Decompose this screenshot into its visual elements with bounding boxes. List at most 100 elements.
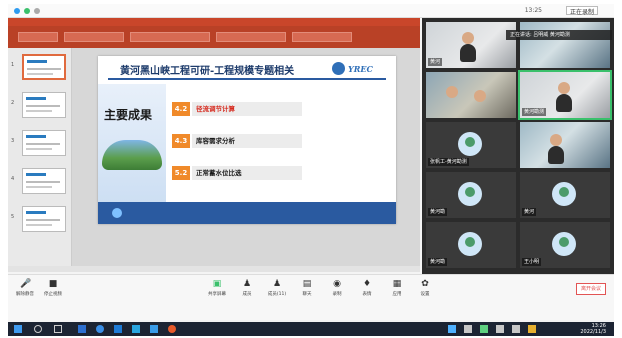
chat-icon: ▤: [302, 279, 312, 289]
current-slide: 黄河黑山峡工程可研-工程规模专题相关 YREC 主要成果 4.2 径流调节计算 …: [98, 56, 396, 224]
settings-button[interactable]: ✿ 设置: [412, 279, 438, 297]
chat-button[interactable]: ▤ 聊天: [294, 279, 320, 297]
task-view-icon[interactable]: [54, 325, 62, 333]
mute-button[interactable]: 🎤 解除静音: [12, 279, 38, 297]
participant-tile[interactable]: 张帆工-黄河勘测: [426, 122, 516, 168]
leave-meeting-button[interactable]: 离开会议: [576, 283, 606, 295]
windows-taskbar: 13:26 2022/11/3: [8, 322, 614, 336]
taskbar-app-icon[interactable]: [150, 325, 158, 333]
ribbon-group: [18, 32, 58, 42]
network-icon[interactable]: [496, 325, 504, 333]
footer-logo-icon: [112, 208, 122, 218]
slide-thumbnail[interactable]: [22, 54, 66, 80]
item-number: 5.2: [172, 166, 190, 180]
meeting-toolbar: 🎤 解除静音 ■ 停止视频 ▣ 共享屏幕 ♟ 成员 ♟ 成员(11) ▤ 聊天 …: [8, 274, 614, 320]
meeting-top-bar: 13:25 正在录制: [8, 4, 614, 18]
security-shield-icon[interactable]: [24, 8, 30, 14]
participant-tile[interactable]: 黄河勘: [426, 222, 516, 268]
participant-tile[interactable]: [520, 22, 610, 68]
item-label: 径流调节计算: [192, 102, 302, 116]
slide-thumbnail[interactable]: [22, 130, 66, 156]
taskbar-app-icon[interactable]: [168, 325, 176, 333]
avatar: [552, 232, 576, 256]
camera-icon: ■: [48, 279, 58, 289]
yrec-logo-icon: [332, 62, 345, 75]
avatar: [458, 182, 482, 206]
participant-tile-active[interactable]: 黄河勘测: [518, 70, 612, 120]
apps-label: 应用: [392, 292, 402, 297]
mute-label: 解除静音: [16, 292, 34, 297]
chat-label: 聊天: [302, 292, 312, 297]
slide-thumbnail[interactable]: [22, 206, 66, 232]
taskbar-app-icon[interactable]: [96, 325, 104, 333]
meeting-info-icon[interactable]: [14, 8, 20, 14]
members-icon: ♟: [242, 279, 252, 289]
ribbon-group: [64, 32, 124, 42]
share-label: 共享屏幕: [208, 292, 226, 297]
avatar: [552, 182, 576, 206]
video-button[interactable]: ■ 停止视频: [40, 279, 66, 297]
members-count-button[interactable]: ♟ 成员(11): [264, 279, 290, 297]
recording-status-badge[interactable]: 正在录制: [565, 6, 598, 16]
participant-name: 黄河勘: [428, 208, 448, 216]
tray-icon[interactable]: [464, 325, 472, 333]
reaction-icon: ♦: [362, 279, 372, 289]
volume-icon[interactable]: [512, 325, 520, 333]
share-screen-button[interactable]: ▣ 共享屏幕: [204, 279, 230, 297]
settings-icon: ✿: [421, 279, 429, 289]
logo-text: YREC: [348, 64, 373, 74]
participant-tile[interactable]: [520, 122, 610, 168]
participant-tile[interactable]: 王小明: [520, 222, 610, 268]
apps-button[interactable]: ▦ 应用: [384, 279, 410, 297]
signal-icon: [34, 8, 40, 14]
ribbon-group: [216, 32, 286, 42]
thumb-number: 4: [11, 176, 15, 182]
meeting-window: 13:25 正在录制 1 2 3 4 5 黄河黑山峡工程可研-工程规模专题相关: [8, 4, 614, 336]
taskbar-app-icon[interactable]: [114, 325, 122, 333]
windows-start-icon[interactable]: [14, 325, 22, 333]
participant-tile[interactable]: 黄河勘: [426, 172, 516, 218]
members-button[interactable]: ♟ 成员: [234, 279, 260, 297]
slide-title: 黄河黑山峡工程可研-工程规模专题相关: [120, 66, 295, 77]
mic-icon: 🎤: [20, 279, 32, 289]
participant-face: [474, 90, 486, 102]
participant-name: 黄河勘测: [522, 108, 547, 116]
avatar: [458, 132, 482, 156]
item-label: 库容需求分析: [192, 134, 302, 148]
search-icon[interactable]: [34, 325, 42, 333]
record-button[interactable]: ◉ 录制: [324, 279, 350, 297]
record-label: 录制: [332, 292, 342, 297]
participant-grid: 黄河 正在讲话: 吕明威 黄河勘测 黄河勘测 张帆工-黄河勘测 黄河勘 黄河 黄…: [422, 18, 614, 274]
thumb-number: 1: [11, 62, 15, 68]
speaking-notice: 正在讲话: 吕明威 黄河勘测: [506, 30, 612, 40]
slide-thumbnail[interactable]: [22, 168, 66, 194]
slide-thumbnail[interactable]: [22, 92, 66, 118]
taskbar-clock[interactable]: 13:26 2022/11/3: [580, 323, 606, 335]
reaction-button[interactable]: ♦ 表情: [354, 279, 380, 297]
tray-icon[interactable]: [480, 325, 488, 333]
participant-name: 黄河: [428, 58, 443, 66]
participant-face: [550, 134, 562, 146]
tray-icon[interactable]: [448, 325, 456, 333]
taskbar-app-icon[interactable]: [132, 325, 140, 333]
members-label: 成员: [242, 292, 252, 297]
participant-name: 黄河: [522, 208, 537, 216]
taskbar-app-icon[interactable]: [78, 325, 86, 333]
powerpoint-title-bar: [8, 18, 420, 26]
item-label: 正常蓄水位比选: [192, 166, 302, 180]
participant-face: [462, 32, 474, 44]
yrec-logo: YREC: [332, 62, 384, 75]
participant-tile[interactable]: 黄河: [426, 22, 516, 68]
reaction-label: 表情: [362, 292, 372, 297]
meeting-time: 13:25: [524, 7, 542, 14]
tray-icon[interactable]: [528, 325, 536, 333]
participant-body: [548, 146, 564, 164]
participant-tile[interactable]: 黄河: [520, 172, 610, 218]
slide-thumbnail-panel: 1 2 3 4 5: [8, 48, 72, 266]
thumb-number: 5: [11, 214, 15, 220]
result-item: 4.2 径流调节计算: [172, 102, 302, 116]
participant-tile[interactable]: [426, 72, 516, 118]
record-icon: ◉: [333, 279, 341, 289]
slide-canvas: 黄河黑山峡工程可研-工程规模专题相关 YREC 主要成果 4.2 径流调节计算 …: [72, 48, 420, 266]
powerpoint-status-bar: [8, 266, 420, 272]
